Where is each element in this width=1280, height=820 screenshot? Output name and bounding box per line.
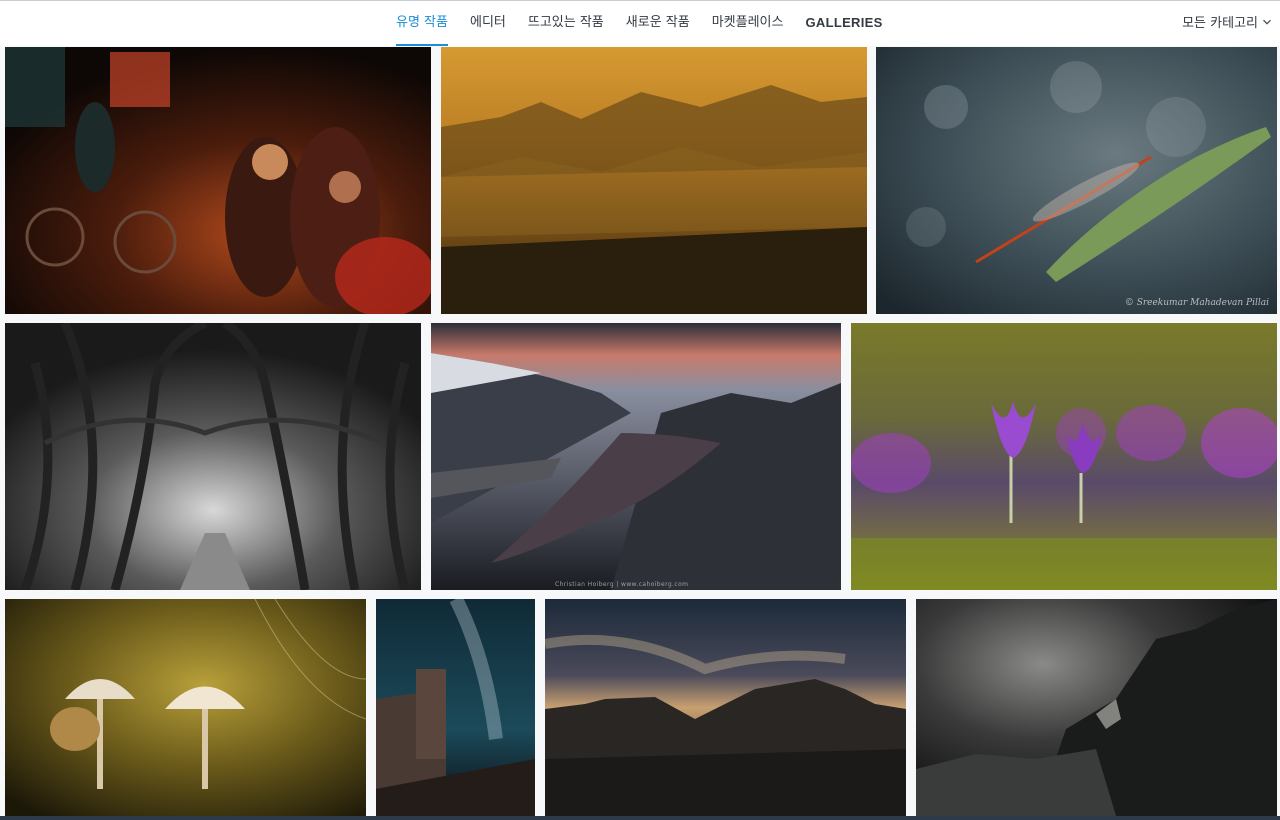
tab-editors[interactable]: 에디터 [470,1,506,46]
photo-watermark: Christian Hoiberg | www.cahoiberg.com [555,581,689,588]
chevron-down-icon [1262,2,1272,46]
category-dropdown-label: 모든 카테고리 [1182,15,1258,31]
photo-mountain-night-sky[interactable] [545,599,906,816]
tab-upcoming[interactable]: 뜨고있는 작품 [528,1,604,46]
tab-marketplace[interactable]: 마켓플레이스 [712,1,784,46]
top-navigation: 유명 작품 에디터 뜨고있는 작품 새로운 작품 마켓플레이스 GALLERIE… [0,1,1280,46]
photo-dark-mountain-storm[interactable] [916,599,1277,816]
photo-mushrooms-spiderweb[interactable] [5,599,366,816]
tab-fresh[interactable]: 새로운 작품 [626,1,690,46]
tab-popular[interactable]: 유명 작품 [396,1,448,46]
photo-dark-hedges-bw[interactable] [5,323,421,590]
tab-bar: 유명 작품 에디터 뜨고있는 작품 새로운 작품 마켓플레이스 GALLERIE… [396,1,905,46]
category-dropdown[interactable]: 모든 카테고리 [1182,1,1272,46]
photo-misty-mountain-forest[interactable] [441,47,867,314]
photo-purple-crocus[interactable] [851,323,1277,590]
bottom-edge [0,816,1280,820]
photo-watermark: © Sreekumar Mahadevan Pillai [1124,298,1269,308]
photo-fjord-cliff[interactable]: Christian Hoiberg | www.cahoiberg.com [431,323,841,590]
photo-milky-way-ruins[interactable] [376,599,535,816]
tab-galleries[interactable]: GALLERIES [805,1,882,46]
photo-damselfly-leaf[interactable]: © Sreekumar Mahadevan Pillai [876,47,1277,314]
photo-night-street-scooters[interactable] [5,47,431,314]
